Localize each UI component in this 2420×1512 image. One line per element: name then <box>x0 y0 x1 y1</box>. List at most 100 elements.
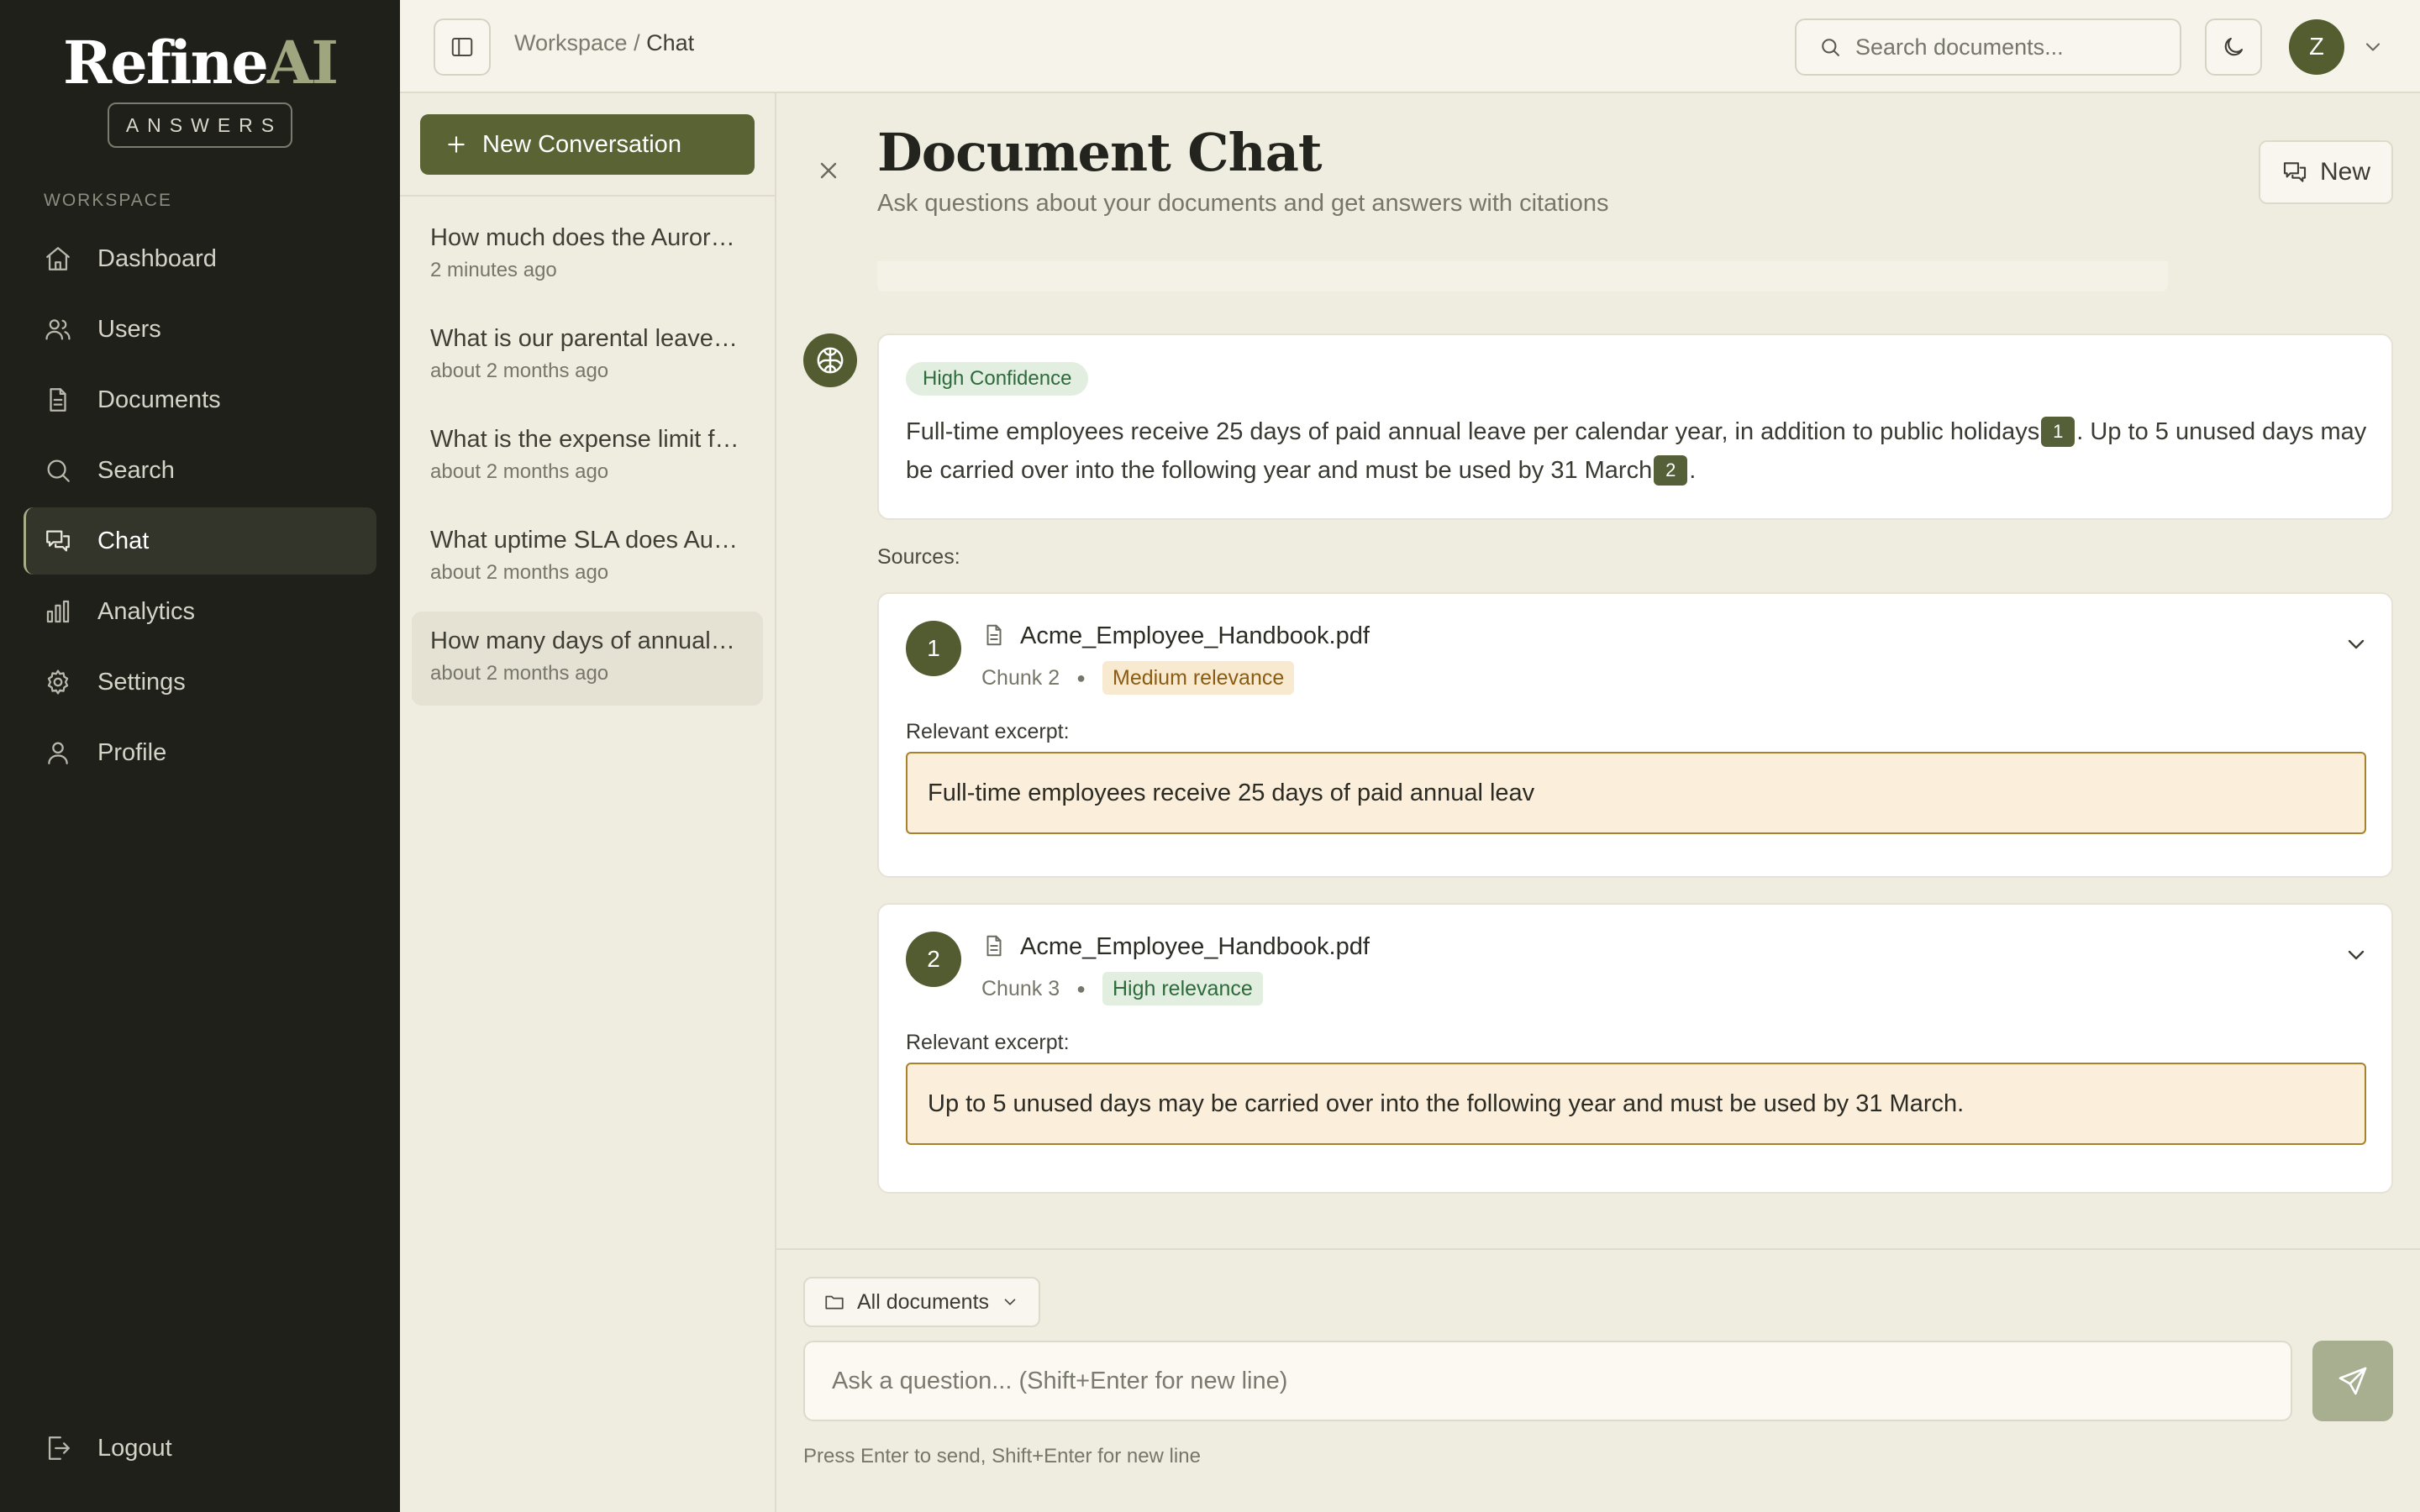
moon-icon <box>2224 37 2244 56</box>
relevance-badge: Medium relevance <box>1102 661 1295 695</box>
chat-icon <box>46 530 70 552</box>
new-chat-button[interactable]: New <box>2259 140 2393 204</box>
citation-2[interactable]: 2 <box>1654 455 1688 486</box>
bar-chart-icon <box>46 600 70 623</box>
conversation-title: How many days of annual leave do employe… <box>430 627 741 654</box>
conversation-time: 2 minutes ago <box>430 259 557 281</box>
conversation-item[interactable]: What uptime SLA does Aurora offer? about… <box>412 511 763 605</box>
new-conversation-label: New Conversation <box>482 130 681 158</box>
conversation-title: What is the expense limit for travel? <box>430 426 741 453</box>
conversation-item[interactable]: What is our parental leave policy? about… <box>412 309 763 403</box>
answer-text: Full-time employees receive 25 days of p… <box>906 412 2376 490</box>
answer-part: . <box>1689 457 1697 484</box>
search-icon <box>47 459 70 482</box>
conversation-time: about 2 months ago <box>430 662 609 685</box>
logo[interactable]: RefineAI ANSWERS <box>0 30 400 148</box>
conversation-title: How much does the Aurora Enterprise plan… <box>430 224 741 251</box>
top-bar: Workspace / Chat Z <box>400 0 2420 93</box>
theme-toggle-button[interactable] <box>2205 18 2262 76</box>
workspace-section-label: WORKSPACE <box>44 191 172 210</box>
chevron-down-icon[interactable] <box>2343 942 2370 969</box>
chevron-down-icon[interactable] <box>2361 35 2385 59</box>
separator-dot: ● <box>1076 979 1086 997</box>
source-filename[interactable]: Acme_Employee_Handbook.pdf <box>1020 622 1370 650</box>
global-search[interactable] <box>1795 18 2181 76</box>
sources-label: Sources: <box>877 545 960 569</box>
divider <box>776 1248 2420 1250</box>
sidebar-item-chat[interactable]: Chat <box>24 507 376 575</box>
chat-icon <box>2283 162 2307 182</box>
document-scope-select[interactable]: All documents <box>803 1277 1040 1327</box>
sidebar-item-users[interactable]: Users <box>24 296 376 363</box>
logo-wordmark: RefineAI <box>63 28 339 97</box>
sidebar-item-label: Profile <box>97 738 167 766</box>
separator-dot: ● <box>1076 669 1086 686</box>
conversation-time: about 2 months ago <box>430 561 609 584</box>
source-filename[interactable]: Acme_Employee_Handbook.pdf <box>1020 933 1370 961</box>
chevron-down-icon <box>1004 1299 1016 1305</box>
excerpt-label: Relevant excerpt: <box>906 720 1070 743</box>
conversation-list: How much does the Aurora Enterprise plan… <box>412 208 763 712</box>
scope-label: All documents <box>857 1289 990 1314</box>
sidebar-item-profile[interactable]: Profile <box>24 719 376 786</box>
sidebar-item-label: Chat <box>97 527 150 554</box>
users-icon <box>45 319 71 340</box>
new-chat-label: New <box>2319 158 2370 186</box>
assistant-answer: High Confidence Full-time employees rece… <box>877 333 2393 520</box>
sidebar-item-search[interactable]: Search <box>24 437 376 504</box>
source-card: 2 Acme_Employee_Handbook.pdf Chunk 3 ● H… <box>877 903 2393 1194</box>
source-card: 1 Acme_Employee_Handbook.pdf Chunk 2 ● M… <box>877 592 2393 878</box>
document-icon <box>50 388 66 412</box>
conversation-item[interactable]: What is the expense limit for travel? ab… <box>412 410 763 504</box>
excerpt-text: Up to 5 unused days may be carried over … <box>906 1063 2366 1145</box>
sidebar-item-label: Search <box>97 456 175 484</box>
send-icon <box>2338 1367 2367 1395</box>
sidebar-item-label: Users <box>97 315 161 343</box>
breadcrumb-current: Chat <box>646 30 695 55</box>
sidebar-nav: Dashboard Users Documents Search Chat An… <box>24 225 376 790</box>
logout-label: Logout <box>97 1434 172 1462</box>
search-input[interactable] <box>1855 34 2158 60</box>
user-avatar[interactable]: Z <box>2289 19 2344 75</box>
sidebar-item-dashboard[interactable]: Dashboard <box>24 225 376 292</box>
sidebar: RefineAI ANSWERS WORKSPACE Dashboard Use… <box>0 0 400 1512</box>
conversation-title: What is our parental leave policy? <box>430 325 741 352</box>
sidebar-item-settings[interactable]: Settings <box>24 648 376 716</box>
conversation-item[interactable]: How much does the Aurora Enterprise plan… <box>412 208 763 302</box>
sidebar-item-label: Dashboard <box>97 244 217 272</box>
sidebar-item-label: Settings <box>97 668 186 696</box>
conversation-item-active[interactable]: How many days of annual leave do employe… <box>412 612 763 706</box>
plus-icon <box>448 136 465 153</box>
chunk-label: Chunk 3 <box>981 976 1060 1000</box>
gear-icon <box>47 669 69 695</box>
toggle-panel-button[interactable] <box>434 18 491 76</box>
previous-message-edge <box>877 261 2168 291</box>
sidebar-item-analytics[interactable]: Analytics <box>24 578 376 645</box>
conversation-time: about 2 months ago <box>430 460 609 483</box>
excerpt-text: Full-time employees receive 25 days of p… <box>906 752 2366 834</box>
brain-icon <box>817 347 844 374</box>
question-input[interactable] <box>832 1367 2260 1395</box>
send-button[interactable] <box>2312 1341 2393 1421</box>
citation-1[interactable]: 1 <box>2041 417 2075 447</box>
search-icon <box>1822 39 1839 56</box>
sidebar-item-documents[interactable]: Documents <box>24 366 376 433</box>
relevance-badge: High relevance <box>1102 972 1263 1005</box>
logout-button[interactable]: Logout <box>24 1415 376 1482</box>
sidebar-item-label: Documents <box>97 386 221 413</box>
close-icon[interactable] <box>815 157 842 184</box>
logout-section: Logout <box>24 1415 376 1485</box>
breadcrumb-workspace[interactable]: Workspace <box>514 30 628 55</box>
home-icon <box>46 247 70 270</box>
page-title: Document Chat <box>877 122 1323 183</box>
assistant-avatar <box>803 333 857 387</box>
sidebar-item-label: Analytics <box>97 597 196 625</box>
user-icon <box>48 742 68 764</box>
source-number: 1 <box>906 621 961 676</box>
new-conversation-button[interactable]: New Conversation <box>420 114 755 175</box>
page-subtitle: Ask questions about your documents and g… <box>877 190 1609 217</box>
question-input-box[interactable] <box>803 1341 2292 1421</box>
chevron-down-icon[interactable] <box>2343 631 2370 658</box>
chunk-label: Chunk 2 <box>981 665 1060 690</box>
breadcrumb: Workspace / Chat <box>514 30 694 56</box>
